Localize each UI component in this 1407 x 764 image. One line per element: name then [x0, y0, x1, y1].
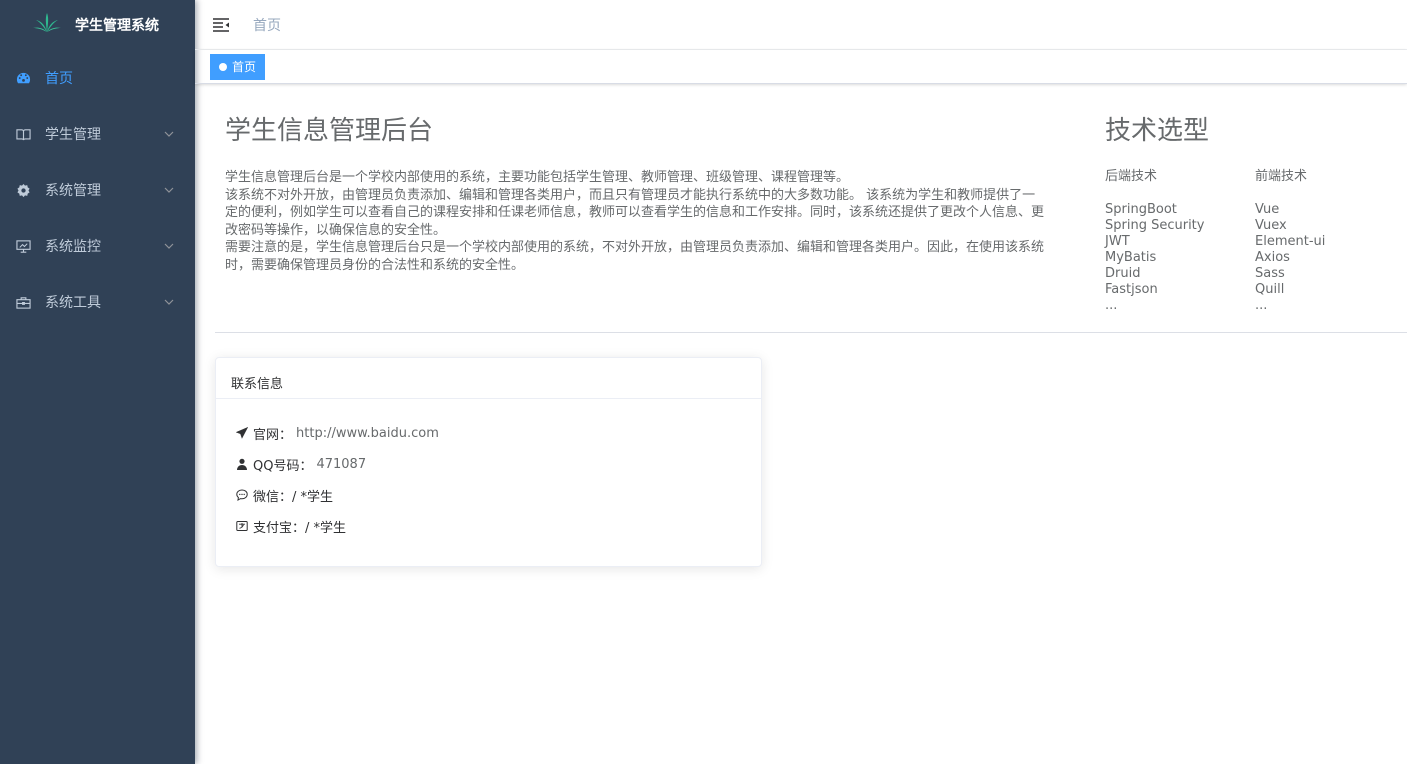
- book-icon: [15, 126, 31, 142]
- logo-icon: [32, 12, 62, 38]
- tech-item: Fastjson: [1105, 282, 1158, 297]
- tech-title: 技术选型: [1105, 116, 1210, 146]
- chevron-down-icon: [164, 131, 174, 137]
- intro-paragraph: 需要注意的是，学生信息管理后台只是一个学校内部使用的系统，不对外开放，由管理员负…: [225, 240, 1045, 273]
- backend-heading: 后端技术: [1105, 169, 1158, 184]
- user-icon: [236, 458, 248, 470]
- sidebar-item-label: 首页: [45, 71, 73, 87]
- sidebar-item-label: 系统管理: [45, 183, 101, 199]
- website-label: 官网：: [253, 427, 293, 443]
- contact-card-title: 联系信息: [216, 358, 761, 399]
- app-title: 学生管理系统: [75, 18, 159, 34]
- chevron-down-icon: [164, 299, 174, 305]
- tech-item: Element-ui: [1255, 234, 1326, 249]
- dashboard-icon: [15, 70, 31, 86]
- active-dot: [219, 62, 227, 71]
- tech-item: MyBatis: [1105, 250, 1157, 265]
- tags-view: 首页: [195, 50, 1407, 84]
- wechat-value: / *学生: [292, 489, 334, 505]
- tech-stack-section: 技术选型 后端技术 SpringBoot Spring Security JWT…: [1105, 110, 1405, 314]
- monitor-icon: [15, 238, 31, 254]
- main-area: 首页 首页 学生信息管理后台 学生信息管理后台是一个学校内部使用的系统，主要功能…: [195, 0, 1407, 764]
- section-divider: [215, 332, 1407, 333]
- frontend-tech-column: 前端技术 Vue Vuex Element-ui Axios Sass Quil…: [1255, 165, 1405, 314]
- tech-item: SpringBoot: [1105, 202, 1177, 217]
- sidebar-item-label: 系统监控: [45, 239, 101, 255]
- sidebar: 学生管理系统 首页 学生管理 系统管理 系统监控 系统工具: [0, 0, 195, 764]
- wechat-label: 微信：: [253, 489, 293, 505]
- toolbox-icon: [15, 294, 31, 310]
- intro-paragraph: 该系统不对外开放，由管理员负责添加、编辑和管理各类用户，而且只有管理员才能执行系…: [225, 187, 1045, 238]
- tech-item: Druid: [1105, 266, 1141, 281]
- intro-title: 学生信息管理后台: [225, 116, 434, 146]
- tech-item: Vue: [1255, 202, 1280, 217]
- intro-paragraph: 学生信息管理后台是一个学校内部使用的系统，主要功能包括学生管理、教师管理、班级管…: [225, 170, 850, 185]
- tech-item: Axios: [1255, 250, 1290, 265]
- contact-card: 联系信息 官网： http://www.baidu.com QQ号码： 4710…: [215, 357, 762, 567]
- tech-item: ...: [1105, 298, 1118, 313]
- tech-item: Vuex: [1255, 218, 1287, 233]
- navbar: 首页: [195, 0, 1407, 50]
- alipay-label: 支付宝：: [253, 520, 306, 536]
- alipay-value: / *学生: [305, 520, 347, 536]
- chat-bubble-icon: [236, 489, 248, 501]
- menu-fold-icon: [213, 17, 229, 32]
- tag-home[interactable]: 首页: [210, 53, 266, 80]
- sidebar-item-label: 学生管理: [45, 127, 101, 143]
- gear-icon: [15, 182, 31, 198]
- backend-tech-column: 后端技术 SpringBoot Spring Security JWT MyBa…: [1105, 165, 1255, 314]
- tech-item: Spring Security: [1105, 218, 1205, 233]
- qq-value: 471087: [316, 456, 367, 472]
- tech-item: Quill: [1255, 282, 1285, 297]
- chevron-down-icon: [164, 187, 174, 193]
- tech-item: JWT: [1105, 234, 1130, 249]
- hamburger-toggle[interactable]: [211, 15, 231, 35]
- tag-label: 首页: [232, 60, 257, 74]
- sidebar-item-label: 系统工具: [45, 295, 101, 311]
- sidebar-item-system-tools[interactable]: 系统工具: [0, 274, 195, 330]
- contact-website: 官网： http://www.baidu.com: [236, 425, 741, 443]
- sidebar-item-home[interactable]: 首页: [0, 50, 195, 106]
- contact-alipay: 支付宝： / *学生: [236, 518, 741, 536]
- sidebar-logo[interactable]: 学生管理系统: [0, 0, 195, 50]
- tech-item: ...: [1255, 298, 1268, 313]
- paper-plane-icon: [236, 427, 248, 439]
- contact-wechat: 微信： / *学生: [236, 487, 741, 505]
- qq-label: QQ号码：: [253, 458, 313, 474]
- frontend-heading: 前端技术: [1255, 169, 1308, 184]
- alipay-icon: [236, 520, 248, 532]
- breadcrumb[interactable]: 首页: [253, 15, 281, 35]
- chevron-down-icon: [164, 243, 174, 249]
- sidebar-item-student-management[interactable]: 学生管理: [0, 106, 195, 162]
- sidebar-item-system-monitor[interactable]: 系统监控: [0, 218, 195, 274]
- website-link[interactable]: http://www.baidu.com: [296, 426, 439, 441]
- intro-section: 学生信息管理后台 学生信息管理后台是一个学校内部使用的系统，主要功能包括学生管理…: [225, 110, 1045, 274]
- sidebar-item-system-management[interactable]: 系统管理: [0, 162, 195, 218]
- tech-item: Sass: [1255, 266, 1285, 281]
- contact-qq: QQ号码： 471087: [236, 456, 741, 474]
